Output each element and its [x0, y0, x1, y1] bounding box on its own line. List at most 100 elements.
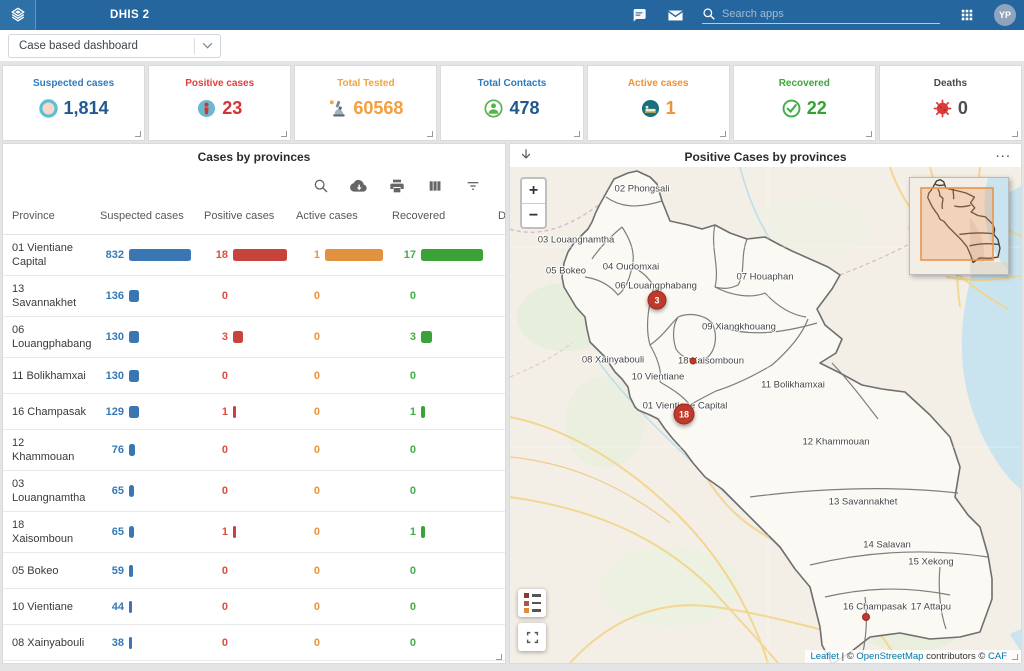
filter-icon[interactable] — [464, 177, 481, 194]
resize-handle[interactable] — [1012, 654, 1018, 660]
table-row[interactable]: 10 Vientiane 44 0 0 0 0 — [3, 589, 506, 625]
resize-handle[interactable] — [866, 131, 872, 137]
column-header[interactable]: Province — [3, 210, 91, 222]
recovered-cell: 0 — [383, 595, 489, 619]
table-row[interactable]: 06 Louangphabang 130 3 0 3 0 — [3, 317, 506, 358]
column-header[interactable]: Positive cases — [195, 210, 287, 222]
view-columns-icon[interactable] — [426, 177, 443, 194]
card-recovered[interactable]: Recovered 22 — [733, 65, 876, 141]
active-cell: 0 — [287, 631, 383, 655]
dhis2-logo[interactable] — [0, 0, 36, 30]
table-row[interactable]: 03 Louangnamtha 65 0 0 0 0 — [3, 471, 506, 512]
map-title: Positive Cases by provinces — [510, 144, 1021, 164]
table-row[interactable]: 05 Bokeo 59 0 0 0 0 — [3, 553, 506, 589]
microscope-icon — [328, 99, 347, 118]
recovered-cell: 1 — [383, 520, 489, 544]
zoom-out-button[interactable]: − — [522, 203, 545, 227]
deaths-cell: 0 — [489, 364, 506, 388]
fullscreen-button[interactable] — [518, 623, 546, 651]
dashboard-select-value: Case based dashboard — [9, 40, 194, 52]
card-suspected-cases[interactable]: Suspected cases 1,814 — [2, 65, 145, 141]
messages-icon[interactable] — [630, 6, 648, 24]
check-icon — [782, 99, 801, 118]
suspected-cell: 59 — [91, 559, 195, 583]
dashboard-select[interactable]: Case based dashboard — [8, 34, 221, 58]
resize-handle[interactable] — [281, 131, 287, 137]
province-cell: 08 Xainyabouli — [3, 630, 91, 656]
suspected-cell: 129 — [91, 400, 195, 424]
active-cell: 0 — [287, 479, 383, 503]
deaths-cell: 0 — [489, 595, 506, 619]
dashboard-bar: Case based dashboard — [0, 30, 1024, 62]
map-canvas[interactable]: + − — [510, 167, 1021, 663]
column-header[interactable]: Active cases — [287, 210, 383, 222]
resize-handle[interactable] — [574, 131, 580, 137]
case-dot-marker[interactable] — [862, 613, 870, 621]
stat-cards-row: Suspected cases 1,814 Positive cases 23 … — [0, 62, 1024, 143]
province-cell: 13 Savannakhet — [3, 276, 91, 316]
table-row[interactable]: 13 Savannakhet 136 0 0 0 0 — [3, 276, 506, 317]
positive-cell: 0 — [195, 559, 287, 583]
avatar[interactable]: YP — [994, 4, 1016, 26]
inset-map-drawing — [910, 178, 1008, 274]
caf-link[interactable]: CAF — [988, 651, 1007, 662]
mail-icon[interactable] — [666, 6, 684, 24]
case-dot-marker[interactable] — [690, 358, 697, 365]
resize-handle[interactable] — [135, 131, 141, 137]
card-deaths[interactable]: Deaths 0 — [879, 65, 1022, 141]
table-search-icon[interactable] — [312, 177, 329, 194]
suspected-cell: 136 — [91, 284, 195, 308]
apps-grid-icon[interactable] — [958, 6, 976, 24]
zoom-in-button[interactable]: + — [522, 179, 545, 203]
osm-link[interactable]: OpenStreetMap — [856, 651, 923, 662]
table-row[interactable]: 01 Vientiane Capital 832 18 1 17 0 — [3, 235, 506, 276]
resize-handle[interactable] — [496, 654, 502, 660]
table-header-row: Province Suspected cases Positive cases … — [3, 200, 506, 235]
positive-cell: 0 — [195, 364, 287, 388]
table-row[interactable]: 08 Xainyabouli 38 0 0 0 0 — [3, 625, 506, 661]
case-cluster-marker[interactable]: 3 — [648, 291, 667, 310]
leaflet-link[interactable]: Leaflet — [810, 651, 839, 662]
resize-handle[interactable] — [1012, 131, 1018, 137]
deaths-cell: 0 — [489, 631, 506, 655]
card-title: Total Contacts — [478, 78, 547, 89]
download-cloud-icon[interactable] — [350, 177, 367, 194]
table-row[interactable]: 18 Xaisomboun 65 1 0 1 0 — [3, 512, 506, 553]
card-value: 478 — [509, 98, 539, 119]
column-header[interactable]: Suspected cases — [91, 210, 195, 222]
overview-inset-map[interactable] — [909, 177, 1009, 275]
search-icon — [702, 7, 716, 21]
card-total-tested[interactable]: Total Tested 60568 — [294, 65, 437, 141]
recovered-cell: 0 — [383, 284, 489, 308]
positive-cell: 1 — [195, 400, 287, 424]
active-cell: 0 — [287, 438, 383, 462]
print-icon[interactable] — [388, 177, 405, 194]
card-total-contacts[interactable]: Total Contacts 478 — [440, 65, 583, 141]
province-cell: 06 Louangphabang — [3, 317, 91, 357]
table-toolbar — [3, 164, 505, 200]
case-cluster-marker[interactable]: 18 — [674, 404, 695, 425]
resize-handle[interactable] — [720, 131, 726, 137]
search-input[interactable] — [722, 8, 922, 20]
active-cell: 0 — [287, 284, 383, 308]
more-options-icon[interactable]: ... — [995, 144, 1011, 161]
column-header[interactable]: Recovered — [383, 210, 489, 222]
column-header[interactable]: Deaths — [489, 210, 506, 222]
card-active-cases[interactable]: Active cases 1 — [587, 65, 730, 141]
legend-button[interactable] — [518, 589, 546, 617]
table-row[interactable]: 16 Champasak 129 1 0 1 0 — [3, 394, 506, 430]
positive-cell: 0 — [195, 631, 287, 655]
chevron-down-icon — [195, 42, 220, 49]
positive-cell: 0 — [195, 479, 287, 503]
table-row[interactable]: 11 Bolikhamxai 130 0 0 0 0 — [3, 358, 506, 394]
card-value: 1,814 — [64, 98, 109, 119]
resize-handle[interactable] — [427, 131, 433, 137]
download-arrow-icon[interactable] — [519, 148, 533, 167]
positive-cell: 0 — [195, 595, 287, 619]
active-cell: 0 — [287, 559, 383, 583]
dhis2-logo-icon — [8, 5, 28, 25]
table-row[interactable]: 12 Khammouan 76 0 0 0 0 — [3, 430, 506, 471]
suspected-cell: 832 — [91, 243, 195, 267]
card-positive-cases[interactable]: Positive cases 23 — [148, 65, 291, 141]
province-cell: 01 Vientiane Capital — [3, 235, 91, 275]
